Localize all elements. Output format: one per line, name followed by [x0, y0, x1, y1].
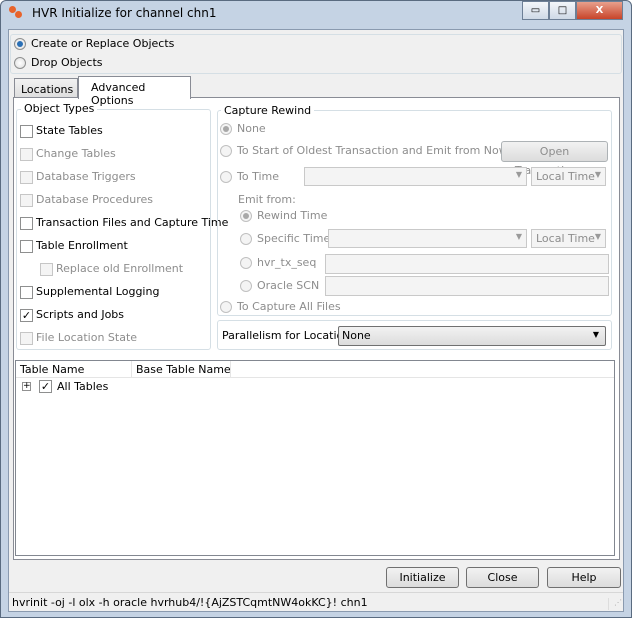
open-transactions-button[interactable]: Open Transactions...	[501, 141, 608, 177]
all-tables-label[interactable]: All Tables	[57, 380, 108, 393]
object-type-checkbox[interactable]	[20, 217, 33, 230]
object-type-label[interactable]: Supplemental Logging	[36, 285, 159, 298]
app-icon	[9, 6, 23, 18]
capture-rewind-title: Capture Rewind	[221, 104, 315, 117]
object-type-checkbox[interactable]	[20, 194, 33, 207]
close-button[interactable]: Close	[466, 567, 539, 588]
tables-header	[16, 361, 614, 378]
help-button[interactable]: Help	[547, 567, 621, 588]
parallelism-value: None	[342, 329, 371, 342]
specific-time-zone-select[interactable]: Local Time ▼	[531, 229, 606, 248]
chevron-down-icon: ▼	[592, 330, 599, 339]
specific-time-radio[interactable]	[240, 233, 252, 245]
rewind-time-label[interactable]: Rewind Time	[257, 209, 327, 222]
window-title: HVR Initialize for channel chn1	[32, 6, 217, 20]
oracle-scn-label[interactable]: Oracle SCN	[257, 279, 319, 292]
maximize-button[interactable]: □	[549, 1, 576, 20]
to-time-zone-select[interactable]: Local Time ▼	[531, 167, 606, 186]
object-types-title: Object Types	[21, 102, 98, 115]
rewind-time-radio[interactable]	[240, 210, 252, 222]
status-command: hvrinit -oj -l olx -h oracle hvrhub4/!{A…	[12, 596, 368, 609]
object-type-label[interactable]: Scripts and Jobs	[36, 308, 124, 321]
drop-objects-radio[interactable]	[14, 57, 26, 69]
capture-all-files-radio[interactable]	[220, 301, 232, 313]
object-type-label[interactable]: Transaction Files and Capture Time	[36, 216, 228, 229]
status-divider	[9, 592, 623, 593]
parallelism-label: Parallelism for Locations	[222, 329, 356, 342]
minimize-button[interactable]: ▭	[522, 1, 549, 20]
object-type-label[interactable]: Table Enrollment	[36, 239, 128, 252]
object-type-checkbox[interactable]	[20, 171, 33, 184]
column-header-base-table-name[interactable]: Base Table Name	[136, 363, 231, 376]
chevron-down-icon: ▼	[515, 232, 522, 241]
object-type-label[interactable]: Database Procedures	[36, 193, 153, 206]
column-divider	[131, 361, 132, 377]
parallelism-select[interactable]: None ▼	[338, 326, 606, 346]
object-type-checkbox[interactable]	[20, 240, 33, 253]
rewind-oldest-label[interactable]: To Start of Oldest Transaction and Emit …	[237, 144, 508, 157]
rewind-oldest-radio[interactable]	[220, 145, 232, 157]
column-header-table-name[interactable]: Table Name	[20, 363, 84, 376]
object-type-label[interactable]: Replace old Enrollment	[56, 262, 183, 275]
specific-time-zone-value: Local Time	[536, 232, 595, 245]
resize-grip-icon[interactable]: ⋰	[608, 598, 622, 610]
tab-locations[interactable]: Locations	[14, 78, 78, 99]
chevron-down-icon: ▼	[594, 170, 601, 179]
tab-advanced-options[interactable]: Advanced Options	[78, 76, 191, 107]
to-time-zone-value: Local Time	[536, 170, 595, 183]
object-type-checkbox[interactable]	[20, 148, 33, 161]
object-type-label[interactable]: State Tables	[36, 124, 103, 137]
capture-all-files-label[interactable]: To Capture All Files	[237, 300, 341, 313]
object-type-checkbox[interactable]: ✓	[20, 309, 33, 322]
chevron-down-icon: ▼	[594, 232, 601, 241]
expand-icon[interactable]: +	[22, 382, 31, 391]
object-type-label[interactable]: Database Triggers	[36, 170, 136, 183]
hvr-tx-seq-label[interactable]: hvr_tx_seq	[257, 256, 316, 269]
create-replace-label[interactable]: Create or Replace Objects	[31, 37, 174, 50]
object-type-checkbox[interactable]	[40, 263, 53, 276]
oracle-scn-input[interactable]	[325, 276, 609, 296]
object-type-checkbox[interactable]	[20, 125, 33, 138]
chevron-down-icon: ▼	[515, 170, 522, 179]
to-time-radio[interactable]	[220, 171, 232, 183]
create-replace-radio[interactable]	[14, 38, 26, 50]
initialize-button[interactable]: Initialize	[386, 567, 459, 588]
object-type-checkbox[interactable]	[20, 332, 33, 345]
oracle-scn-radio[interactable]	[240, 280, 252, 292]
column-divider	[230, 361, 231, 377]
object-type-label[interactable]: Change Tables	[36, 147, 116, 160]
hvr-tx-seq-input[interactable]	[325, 254, 609, 274]
all-tables-checkbox[interactable]: ✓	[39, 380, 52, 393]
object-type-label[interactable]: File Location State	[36, 331, 137, 344]
rewind-none-label[interactable]: None	[237, 122, 266, 135]
specific-time-combo[interactable]: ▼	[328, 229, 527, 248]
hvr-tx-seq-radio[interactable]	[240, 257, 252, 269]
specific-time-label[interactable]: Specific Time	[257, 232, 330, 245]
drop-objects-label[interactable]: Drop Objects	[31, 56, 103, 69]
title-bar[interactable]: HVR Initialize for channel chn1 ▭ □ X	[0, 0, 632, 26]
close-window-button[interactable]: X	[576, 1, 623, 20]
to-time-label[interactable]: To Time	[237, 170, 279, 183]
object-type-checkbox[interactable]	[20, 286, 33, 299]
rewind-none-radio[interactable]	[220, 123, 232, 135]
emit-from-label: Emit from:	[238, 193, 296, 206]
to-time-combo[interactable]: ▼	[304, 167, 527, 186]
